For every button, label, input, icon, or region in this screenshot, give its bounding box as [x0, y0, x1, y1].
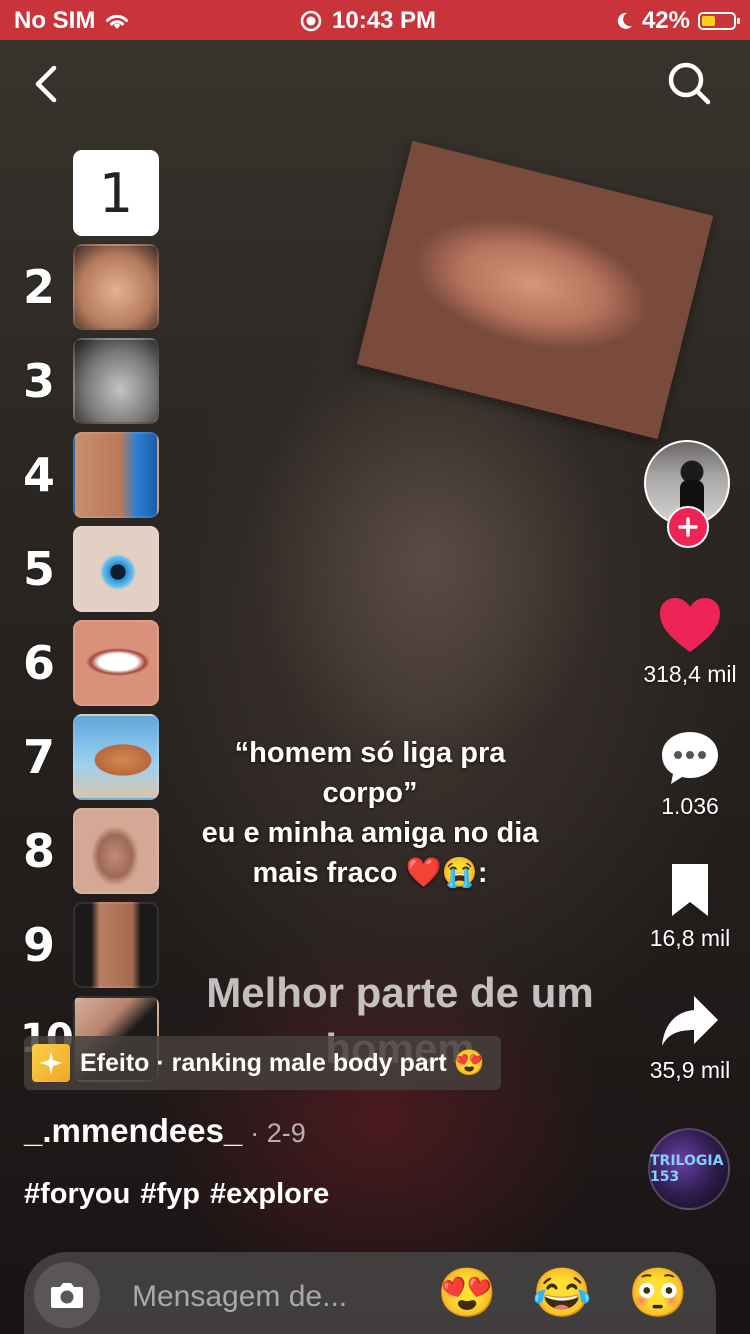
search-button[interactable]	[666, 60, 714, 108]
rank-thumb-back[interactable]	[73, 338, 159, 424]
effect-link[interactable]: Efeito · ranking male body part 😍	[24, 1036, 501, 1090]
post-date: · 2-9	[250, 1118, 306, 1148]
hashtags: #foryou #fyp #explore	[24, 1178, 329, 1211]
hashtag-link[interactable]: #fyp	[140, 1178, 200, 1211]
rank-row-2: 2	[20, 244, 159, 330]
recording-icon	[300, 10, 322, 32]
emoji-flushed-button[interactable]: 😳	[628, 1266, 688, 1322]
rank-row-1: 1	[20, 150, 159, 236]
comment-icon	[662, 732, 718, 784]
like-button[interactable]: 318,4 mil	[630, 596, 750, 688]
bookmark-icon	[672, 864, 708, 916]
plus-icon	[678, 517, 698, 537]
share-arrow-icon	[662, 996, 718, 1046]
music-disc[interactable]: TRILOGIA 153	[648, 1128, 730, 1210]
rank-number: 3	[22, 354, 55, 408]
video-caption: “homem só liga pra corpo” eu e minha ami…	[190, 733, 550, 893]
rank-thumb-nose[interactable]	[73, 808, 159, 894]
rank-row-4: 4	[20, 432, 159, 518]
rank-thumb-forearm[interactable]	[73, 902, 159, 988]
chevron-left-icon	[35, 65, 57, 103]
watermark-line: Melhor parte de um	[206, 969, 594, 1016]
message-bar: 😍 😂 😳	[24, 1252, 716, 1334]
back-button[interactable]	[26, 60, 74, 108]
bookmark-button[interactable]: 16,8 mil	[630, 862, 750, 952]
sparkle-icon	[32, 1044, 70, 1082]
status-center: 10:43 PM	[300, 7, 436, 35]
caption-line: corpo”	[322, 777, 418, 809]
hashtag-link[interactable]: #foryou	[24, 1178, 130, 1211]
status-bar: No SIM 10:43 PM 42%	[0, 0, 750, 40]
comment-button[interactable]: 1.036	[630, 728, 750, 820]
rank-thumb-waist[interactable]	[73, 432, 159, 518]
emoji-tears-of-joy-button[interactable]: 😂	[532, 1266, 592, 1322]
camera-icon	[51, 1283, 83, 1308]
rank-thumb-arm[interactable]	[73, 714, 159, 800]
rank-row-3: 3	[20, 338, 159, 424]
clock: 10:43 PM	[332, 7, 437, 34]
rank-slot-empty[interactable]: 1	[73, 150, 159, 236]
message-input[interactable]	[130, 1274, 404, 1320]
video-screen: No SIM 10:43 PM 42% 1 2 3 4 5 6 7 8 9 “h…	[0, 0, 750, 1334]
rank-number: 9	[22, 918, 55, 972]
camera-button[interactable]	[34, 1262, 100, 1328]
caption-line: “homem só liga pra	[234, 737, 506, 769]
battery-percent: 42%	[641, 7, 690, 34]
search-icon	[668, 62, 711, 105]
comment-count: 1.036	[661, 793, 719, 819]
rank-thumb-eye[interactable]	[73, 526, 159, 612]
rank-row-7: 7	[20, 714, 159, 800]
save-count: 16,8 mil	[649, 925, 731, 951]
post-meta: _.mmendees_ · 2-9	[24, 1112, 306, 1150]
rank-row-8: 8	[20, 808, 159, 894]
emoji-heart-eyes-button[interactable]: 😍	[437, 1266, 497, 1322]
rank-number: 8	[22, 824, 55, 878]
carrier-label: No SIM	[14, 7, 96, 34]
rank-number: 4	[22, 448, 55, 502]
caption-line: mais fraco ❤️😭:	[252, 857, 488, 889]
moon-icon	[617, 12, 632, 29]
rank-row-5: 5	[20, 526, 159, 612]
battery-fill	[702, 16, 715, 26]
share-count: 35,9 mil	[649, 1057, 731, 1083]
creator-avatar-group	[644, 440, 734, 550]
status-right: 42%	[614, 7, 740, 35]
rank-row-9: 9	[20, 902, 159, 988]
wifi-icon	[106, 14, 129, 29]
follow-plus-button[interactable]	[667, 506, 709, 548]
heart-icon	[660, 598, 720, 652]
status-left: No SIM	[14, 7, 131, 35]
rank-number: 2	[22, 260, 55, 314]
rank-thumb-smile[interactable]	[73, 620, 159, 706]
hashtag-link[interactable]: #explore	[210, 1178, 329, 1211]
overlay-photo	[356, 140, 714, 440]
rank-number: 6	[22, 636, 55, 690]
username-link[interactable]: _.mmendees_	[24, 1112, 242, 1150]
rank-thumb-hands[interactable]	[73, 244, 159, 330]
caption-line: eu e minha amiga no dia	[201, 817, 539, 849]
rank-number: 5	[22, 542, 55, 596]
rank-number: 7	[22, 730, 55, 784]
like-count: 318,4 mil	[643, 661, 737, 687]
share-button[interactable]: 35,9 mil	[630, 994, 750, 1084]
music-disc-label: TRILOGIA 153	[650, 1153, 724, 1185]
effect-label: Efeito · ranking male body part 😍	[80, 1048, 485, 1077]
battery-icon	[698, 12, 740, 30]
rank-row-6: 6	[20, 620, 159, 706]
